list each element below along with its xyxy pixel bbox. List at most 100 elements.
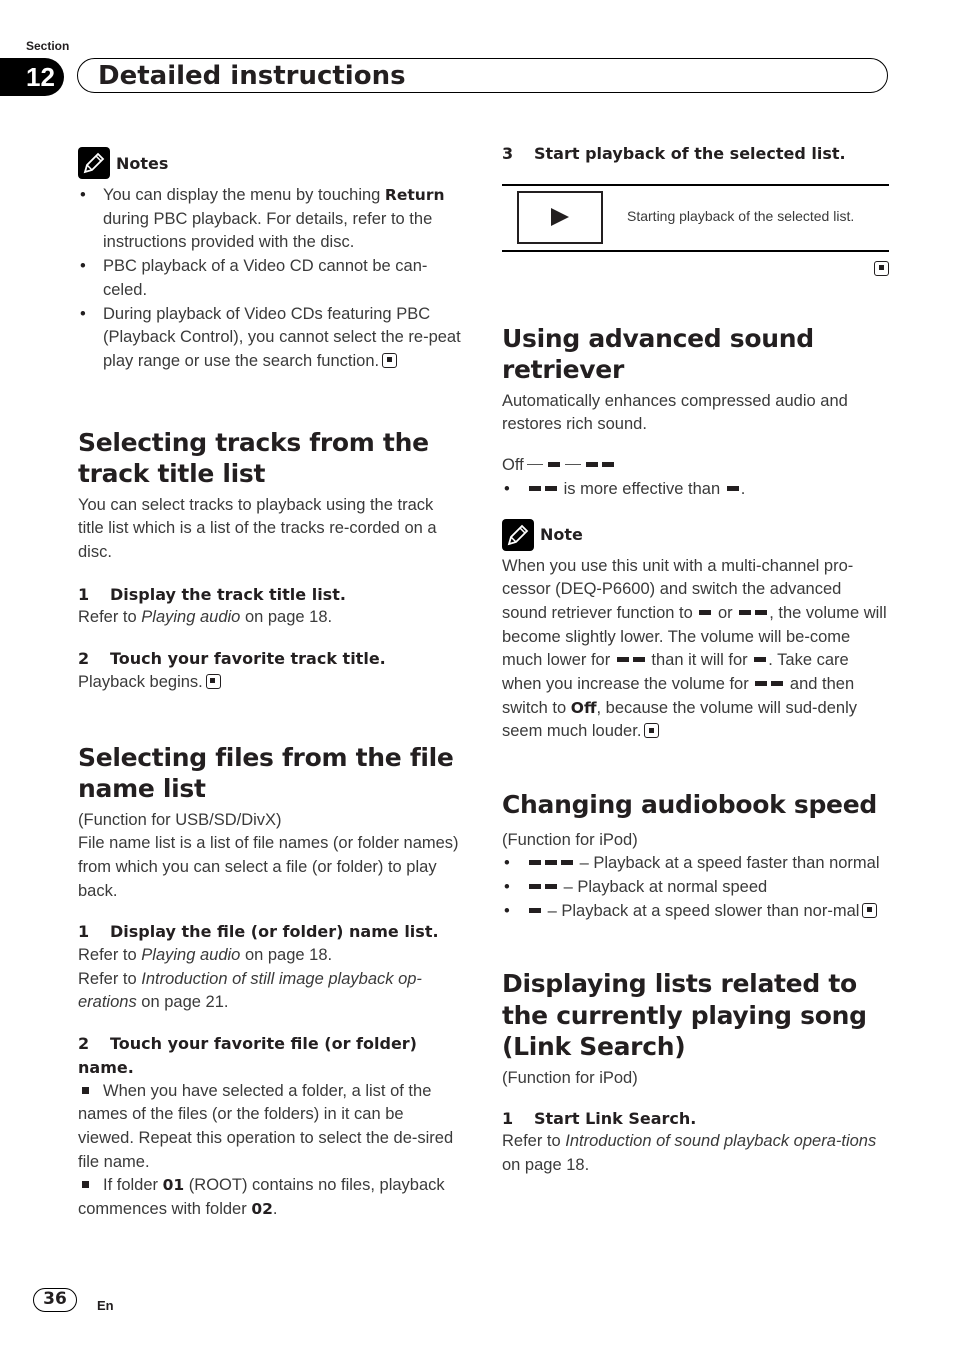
list-item: is more effective than . [502, 478, 889, 502]
step-title: Start Link Search. [534, 1108, 697, 1128]
heading-link-search: Displaying lists related to the currentl… [502, 969, 867, 1062]
end-mark-icon [644, 723, 660, 739]
step-heading: 1 Start Link Search. [502, 1107, 889, 1131]
step-body: When you have selected a folder, a list … [78, 1080, 463, 1175]
step-number: 2 [78, 1034, 90, 1054]
end-mark-row [502, 260, 889, 281]
body-text: or [717, 603, 733, 622]
sound-retriever-intro: Automatically enhances compressed audio … [502, 391, 848, 434]
ref-text: Refer to [78, 969, 142, 988]
dash-icon [726, 485, 739, 491]
heading-advanced-sound-retriever: Using advanced sound retriever [502, 323, 814, 385]
dash-icon [585, 462, 598, 468]
step-number: 1 [502, 1108, 514, 1128]
function-note: (Function for USB/SD/DivX) [78, 810, 282, 829]
step-heading: 1 Display the track title list. [78, 583, 463, 607]
folder-number: 02 [251, 1200, 273, 1219]
right-column: 3 Start playback of the selected list. St… [502, 142, 889, 1178]
step-number: 1 [78, 922, 90, 942]
play-key-table: Starting playback of the selected list. [502, 183, 889, 252]
note-text: During playback of Video CDs featuring P… [103, 304, 461, 370]
step-title: Touch your favorite file (or folder) nam… [78, 1034, 417, 1077]
sound-retriever-levels: Off [502, 454, 889, 478]
play-icon [551, 208, 569, 227]
dash-icon [755, 609, 768, 615]
note-header: Note [502, 518, 889, 552]
ref-link[interactable]: Playing audio [141, 946, 240, 964]
body-text: If folder [103, 1176, 163, 1195]
ref-text: Refer to [502, 1132, 566, 1151]
dash-icon [755, 681, 768, 687]
dash-icon [529, 884, 541, 890]
step-heading: 2 Touch your favorite track title. [78, 647, 463, 671]
ref-text: on page 18. [240, 608, 333, 627]
square-bullet-icon [82, 1086, 89, 1094]
ref-link[interactable]: Introduction of sound playback opera-tio… [565, 1132, 876, 1150]
step-title: Touch your favorite track title. [110, 649, 386, 669]
step-body: Refer to Playing audio on page 18. [78, 606, 463, 630]
dash-icon [545, 860, 557, 866]
dash-icon [545, 884, 557, 890]
body-text: than it will for [651, 651, 748, 670]
sound-retriever-bullets: is more effective than . [502, 478, 889, 502]
end-mark-icon [862, 902, 878, 918]
step-number: 2 [78, 649, 90, 669]
note-text: You can display the menu by touching [103, 186, 385, 204]
body-text: is more effective than [563, 479, 721, 498]
dash-icon [545, 485, 557, 491]
body-text: . [272, 1200, 278, 1219]
body-text: Playback begins. [78, 672, 203, 691]
list-item: – Playback at normal speed [502, 876, 889, 900]
dash-icon [529, 860, 541, 866]
step-title: Display the track title list. [110, 584, 346, 604]
ref-text: on page 18. [502, 1156, 590, 1175]
ref-text: on page 18. [240, 946, 333, 965]
folder-number: 01 [162, 1176, 185, 1195]
step-heading: 1 Display the file (or folder) name list. [78, 920, 463, 944]
step-heading: 3 Start playback of the selected list. [502, 142, 889, 166]
body-text: – Playback at a speed slower than nor-ma… [547, 901, 860, 920]
list-item: PBC playback of a Video CD cannot be can… [78, 255, 463, 302]
section-title: Detailed instructions [98, 61, 406, 91]
dash-icon [547, 462, 560, 468]
body-text: – Playback at normal speed [563, 878, 768, 897]
ref-link[interactable]: Playing audio [141, 608, 240, 626]
end-mark-icon [382, 352, 398, 368]
heading-audiobook-speed: Changing audiobook speed [502, 790, 877, 820]
return-keyword: Return [384, 186, 445, 204]
left-column: Notes You can display the menu by touchi… [78, 146, 463, 1222]
step-body: Refer to Introduction of sound playback … [502, 1130, 889, 1177]
ref-text: Refer to [78, 608, 142, 627]
step-body: If folder 01 (ROOT) contains no files, p… [78, 1174, 463, 1221]
note-text: PBC playback of a Video CD cannot be can… [103, 257, 428, 299]
off-keyword: Off [570, 698, 597, 717]
audiobook-speed-list: – Playback at a speed faster than normal… [502, 852, 889, 923]
dash-icon [739, 609, 752, 615]
list-item: – Playback at a speed faster than normal [502, 852, 889, 876]
step-number: 3 [502, 144, 514, 163]
play-button[interactable] [517, 190, 603, 244]
dash-icon [699, 609, 712, 615]
body-text: – Playback at a speed faster than normal [579, 854, 880, 873]
note-text: during PBC playback. For details, refer … [103, 209, 433, 252]
file-name-intro: File name list is a list of file names (… [78, 834, 459, 900]
end-mark-icon [205, 673, 221, 689]
ref-text: Refer to [78, 946, 142, 965]
heading-file-name-list: Selecting files from the file name list [78, 742, 454, 804]
language-label: En [97, 1298, 114, 1313]
separator-line [564, 464, 581, 466]
note-label: Note [540, 525, 583, 545]
list-item: – Playback at a speed slower than nor-ma… [502, 900, 889, 924]
square-bullet-icon [82, 1181, 89, 1189]
dash-icon [632, 657, 645, 663]
end-mark-icon [874, 260, 889, 276]
ref-text: on page 21. [136, 993, 229, 1012]
body-text: When you have selected a folder, a list … [78, 1081, 454, 1171]
dash-icon [561, 860, 573, 866]
step-number: 1 [78, 584, 90, 604]
separator-line [526, 464, 543, 466]
notes-header: Notes [78, 146, 463, 180]
note-body: When you use this unit with a multi-chan… [502, 555, 889, 745]
step-body: Playback begins. [78, 671, 463, 695]
track-title-intro: You can select tracks to playback using … [78, 495, 437, 562]
